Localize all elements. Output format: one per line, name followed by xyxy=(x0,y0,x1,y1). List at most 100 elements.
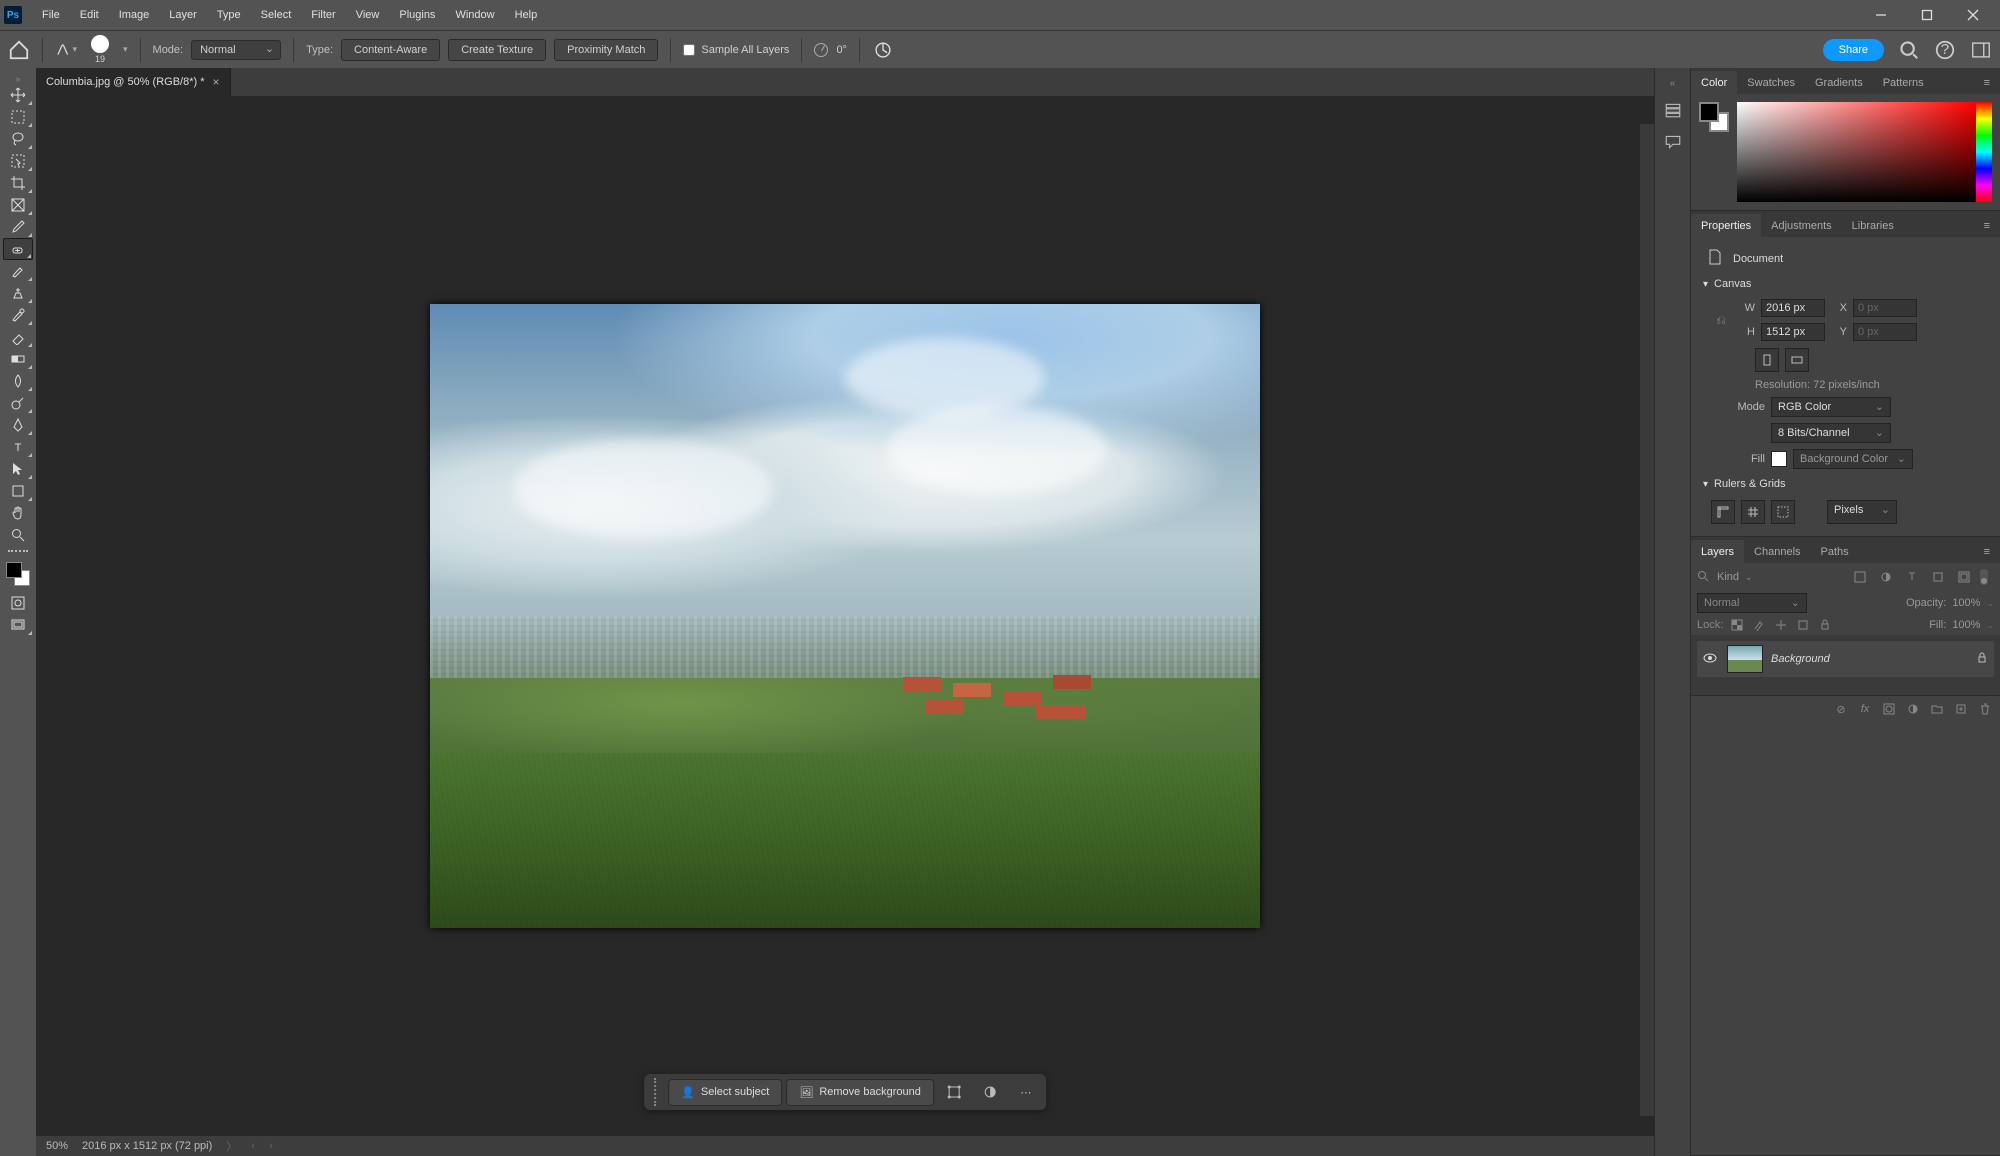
units-select[interactable]: Pixels xyxy=(1827,500,1897,524)
width-input[interactable] xyxy=(1761,299,1825,317)
color-mode-select[interactable]: RGB Color xyxy=(1771,397,1891,417)
tab-layers[interactable]: Layers xyxy=(1691,540,1744,563)
fill-swatch[interactable] xyxy=(1771,451,1787,467)
status-chevron-left-icon[interactable]: ‹ xyxy=(251,1140,255,1152)
canvas[interactable] xyxy=(430,304,1260,928)
visibility-icon[interactable] xyxy=(1703,651,1719,667)
fx-icon[interactable]: fx xyxy=(1856,700,1874,718)
drag-handle-icon[interactable] xyxy=(654,1078,658,1106)
contextual-task-bar[interactable]: 👤 Select subject 🖼 Remove background ⋯ xyxy=(644,1074,1046,1110)
orientation-portrait-icon[interactable] xyxy=(1755,348,1779,372)
mask-icon[interactable] xyxy=(1880,700,1898,718)
type-create-texture[interactable]: Create Texture xyxy=(448,39,546,61)
menu-help[interactable]: Help xyxy=(505,2,548,28)
window-minimize[interactable] xyxy=(1858,0,1904,30)
layer-name[interactable]: Background xyxy=(1771,653,1830,665)
color-field[interactable] xyxy=(1737,102,1976,202)
fill-pct-value[interactable]: 100% xyxy=(1952,619,1980,631)
select-subject-button[interactable]: 👤 Select subject xyxy=(668,1079,782,1106)
toolbar-overflow-icon[interactable] xyxy=(8,550,28,552)
screen-mode-tool[interactable] xyxy=(3,614,33,636)
angle-icon[interactable] xyxy=(814,43,828,57)
panel-menu-icon[interactable]: ≡ xyxy=(1974,214,2000,237)
pen-tool[interactable] xyxy=(3,414,33,436)
filter-pixel-icon[interactable] xyxy=(1850,567,1870,587)
healing-brush-tool[interactable] xyxy=(3,238,33,260)
brush-tool[interactable] xyxy=(3,260,33,282)
menu-file[interactable]: File xyxy=(32,2,70,28)
color-fgbg-swatch[interactable] xyxy=(1699,102,1729,132)
y-input[interactable] xyxy=(1853,323,1917,341)
marquee-tool[interactable] xyxy=(3,106,33,128)
panel-menu-icon[interactable]: ≡ xyxy=(1974,71,2000,94)
lasso-tool[interactable] xyxy=(3,128,33,150)
filter-adjustment-icon[interactable] xyxy=(1876,567,1896,587)
lock-all-icon[interactable] xyxy=(1817,617,1833,633)
canvas-viewport[interactable]: 👤 Select subject 🖼 Remove background ⋯ xyxy=(36,96,1654,1136)
type-content-aware[interactable]: Content-Aware xyxy=(341,39,440,61)
workspace-icon[interactable] xyxy=(1970,39,1992,61)
mode-select[interactable]: Normal xyxy=(191,40,281,60)
orientation-landscape-icon[interactable] xyxy=(1785,348,1809,372)
vertical-scrollbar[interactable] xyxy=(1640,124,1654,1116)
rulers-section-header[interactable]: ▾ Rulers & Grids xyxy=(1699,472,1992,496)
guides-icon[interactable] xyxy=(1771,500,1795,524)
hue-slider[interactable] xyxy=(1976,102,1992,202)
menu-view[interactable]: View xyxy=(346,2,390,28)
object-select-tool[interactable] xyxy=(3,150,33,172)
remove-background-button[interactable]: 🖼 Remove background xyxy=(786,1079,933,1106)
dock-expand-icon[interactable]: « xyxy=(1655,76,1690,90)
fill-select[interactable]: Background Color xyxy=(1793,449,1913,469)
tab-libraries[interactable]: Libraries xyxy=(1842,214,1904,237)
canvas-section-header[interactable]: ▾ Canvas xyxy=(1699,272,1992,296)
dodge-tool[interactable] xyxy=(3,392,33,414)
menu-image[interactable]: Image xyxy=(109,2,160,28)
toolbar-collapse-icon[interactable]: » xyxy=(0,74,36,84)
close-tab-icon[interactable]: × xyxy=(213,75,220,89)
tab-properties[interactable]: Properties xyxy=(1691,214,1761,237)
window-maximize[interactable] xyxy=(1904,0,1950,30)
new-layer-icon[interactable] xyxy=(1952,700,1970,718)
menu-window[interactable]: Window xyxy=(445,2,504,28)
type-proximity-match[interactable]: Proximity Match xyxy=(554,39,658,61)
shape-tool[interactable] xyxy=(3,480,33,502)
pressure-icon[interactable] xyxy=(872,39,894,61)
rulers-icon[interactable] xyxy=(1711,500,1735,524)
layer-list[interactable]: Background xyxy=(1691,635,2000,695)
delete-icon[interactable] xyxy=(1976,700,1994,718)
filter-shape-icon[interactable] xyxy=(1928,567,1948,587)
tab-paths[interactable]: Paths xyxy=(1811,540,1859,563)
transform-icon[interactable] xyxy=(942,1080,966,1104)
color-picker[interactable] xyxy=(1737,102,1992,202)
hand-tool[interactable] xyxy=(3,502,33,524)
foreground-background-colors[interactable] xyxy=(6,562,30,586)
frame-tool[interactable] xyxy=(3,194,33,216)
clone-stamp-tool[interactable] xyxy=(3,282,33,304)
more-icon[interactable]: ⋯ xyxy=(1014,1080,1038,1104)
panel-menu-icon[interactable]: ≡ xyxy=(1974,540,2000,563)
opacity-value[interactable]: 100% xyxy=(1952,597,1980,609)
help-icon[interactable]: ? xyxy=(1934,39,1956,61)
tab-gradients[interactable]: Gradients xyxy=(1805,71,1873,94)
menu-type[interactable]: Type xyxy=(207,2,251,28)
link-dimensions-icon[interactable]: ⎌ xyxy=(1711,313,1731,328)
filter-smart-icon[interactable] xyxy=(1954,567,1974,587)
filter-type-icon[interactable]: T xyxy=(1902,567,1922,587)
path-select-tool[interactable] xyxy=(3,458,33,480)
tab-patterns[interactable]: Patterns xyxy=(1873,71,1934,94)
home-button[interactable] xyxy=(8,39,30,61)
share-button[interactable]: Share xyxy=(1823,39,1884,61)
zoom-tool[interactable] xyxy=(3,524,33,546)
tab-color[interactable]: Color xyxy=(1691,71,1737,94)
lock-transparency-icon[interactable] xyxy=(1729,617,1745,633)
tab-swatches[interactable]: Swatches xyxy=(1737,71,1805,94)
status-arrow-icon[interactable]: 〉 xyxy=(226,1138,237,1154)
tool-preset-icon[interactable]: ▾ xyxy=(55,39,77,61)
menu-plugins[interactable]: Plugins xyxy=(389,2,445,28)
quick-mask-tool[interactable] xyxy=(3,592,33,614)
lock-artboard-icon[interactable] xyxy=(1795,617,1811,633)
adjustment-layer-icon[interactable] xyxy=(1904,700,1922,718)
comments-panel-icon[interactable] xyxy=(1661,130,1685,154)
brush-preview[interactable]: 19 xyxy=(85,35,115,64)
filter-toggle[interactable] xyxy=(1980,567,1994,587)
